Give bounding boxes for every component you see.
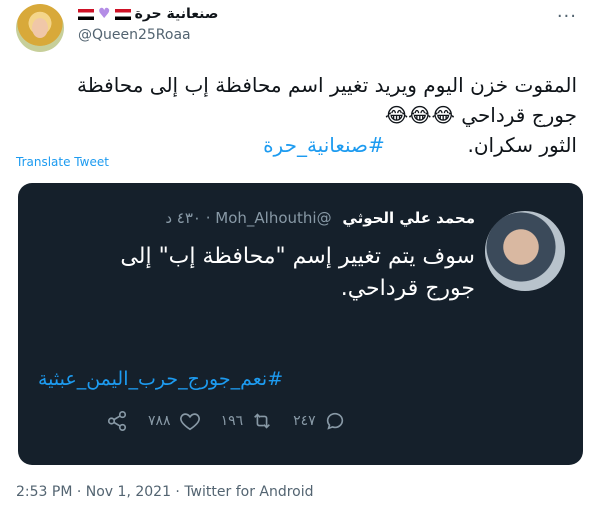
author-avatar[interactable]	[16, 4, 64, 52]
retweet-icon	[254, 413, 271, 429]
tweet-timestamp[interactable]: 2:53 PM · Nov 1, 2021 · Twitter for Andr…	[16, 484, 314, 500]
retweet-action: ١٩٦	[221, 410, 274, 432]
like-count: ٧٨٨	[148, 413, 171, 429]
embedded-avatar	[485, 211, 565, 291]
share-action	[106, 410, 128, 432]
translate-tweet-link[interactable]: Translate Tweet	[16, 155, 109, 169]
embedded-time: ٤٣٠ د	[165, 209, 201, 227]
tweet-text: المقوت خزن اليوم ويريد تغيير اسم محافظة …	[16, 70, 577, 160]
tweet-line-2: جورج قرداحي 😂😂😂	[384, 103, 577, 127]
tweet-line-3-text: الثور سكران.	[467, 133, 577, 157]
embedded-meta: محمد علي الحوثي @Moh_Alhouthi · ٤٣٠ د	[165, 209, 475, 227]
embedded-actions: ٧٨٨ ١٩٦ ٢٤٧	[106, 410, 346, 432]
embedded-handle: @Moh_Alhouthi	[215, 209, 332, 227]
embedded-hashtag: #نعم_جورج_حرب_اليمن_عبثية	[38, 368, 284, 390]
yemen-flag-icon	[114, 8, 131, 20]
reply-count: ٢٤٧	[293, 413, 316, 429]
heart-icon	[179, 413, 200, 431]
embedded-text-line-1: سوف يتم تغيير إسم "محافظة إب" إلى	[120, 244, 475, 269]
reply-icon	[326, 412, 343, 430]
author-name-row[interactable]: ♥ صنعانية حرة	[78, 6, 218, 22]
tweet-hashtag[interactable]: #صنعانية_حرة	[263, 133, 385, 157]
like-action: ٧٨٨	[148, 410, 201, 432]
tweet-line-1: المقوت خزن اليوم ويريد تغيير اسم محافظة …	[77, 73, 577, 97]
share-icon	[107, 411, 127, 431]
retweet-count: ١٩٦	[220, 413, 244, 429]
more-options-icon[interactable]: ···	[557, 6, 577, 27]
embedded-text-line-2: جورج قرداحي.	[340, 276, 475, 301]
embedded-text: سوف يتم تغيير إسم "محافظة إب" إلى جورج ق…	[55, 241, 475, 305]
purple-heart-icon: ♥	[98, 6, 111, 22]
yemen-flag-icon	[78, 8, 94, 20]
embedded-screenshot-card[interactable]: محمد علي الحوثي @Moh_Alhouthi · ٤٣٠ د سو…	[18, 183, 583, 465]
author-display-name: صنعانية حرة	[134, 6, 219, 22]
embedded-author-name: محمد علي الحوثي	[342, 209, 475, 227]
reply-action: ٢٤٧	[293, 410, 346, 432]
author-handle[interactable]: @Queen25Roaa	[78, 27, 191, 43]
